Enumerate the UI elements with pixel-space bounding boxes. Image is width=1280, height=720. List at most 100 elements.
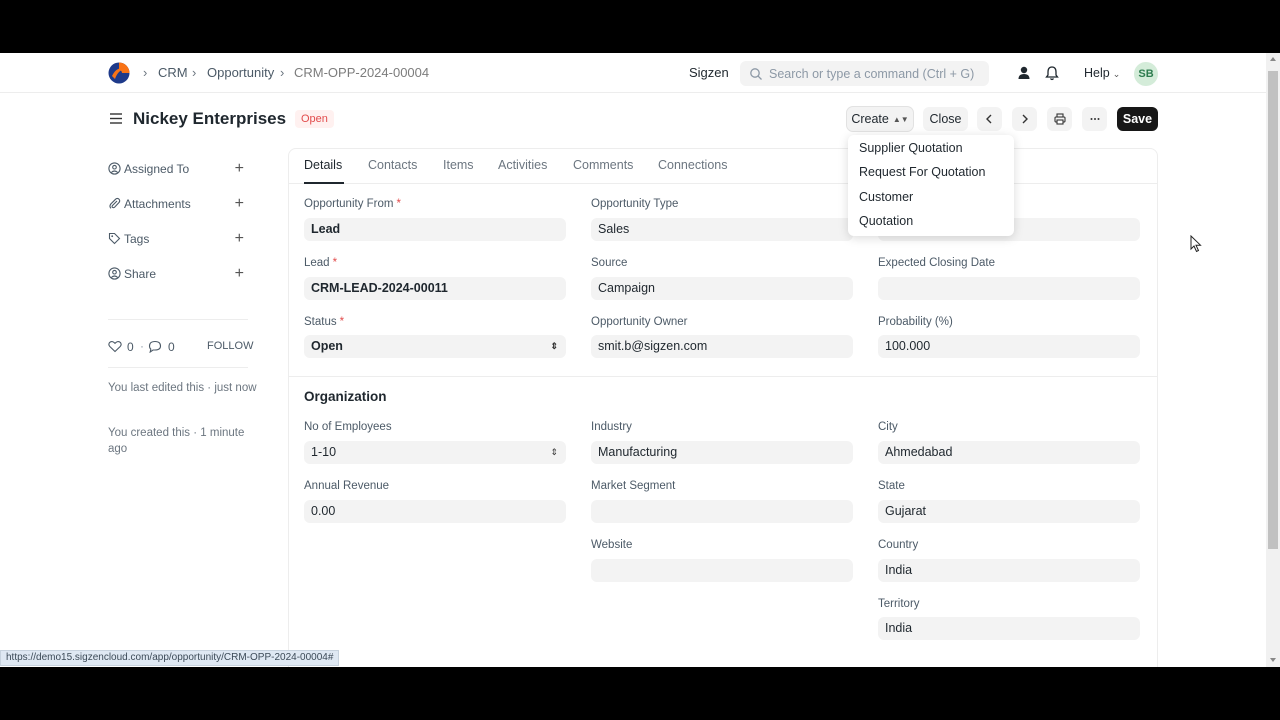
opportunity-type-field[interactable]: Sales: [591, 218, 853, 241]
territory-label: Territory: [878, 598, 920, 610]
separator-dot: ·: [140, 339, 144, 353]
market-segment-label: Market Segment: [591, 480, 676, 492]
previous-record-button[interactable]: [977, 107, 1002, 131]
opportunity-owner-field[interactable]: smit.b@sigzen.com: [591, 335, 853, 358]
chevron-left-icon: [986, 114, 992, 124]
tab-activities[interactable]: Activities: [498, 158, 547, 172]
state-field[interactable]: Gujarat: [878, 500, 1140, 523]
status-label: Status *: [304, 316, 344, 328]
chevron-right-icon: ›: [280, 65, 285, 80]
status-label-text: Status: [304, 316, 337, 328]
sidebar-item-label: Assigned To: [124, 162, 190, 176]
scroll-up-arrow-icon[interactable]: [1270, 57, 1276, 61]
menu-item-quotation[interactable]: Quotation: [859, 214, 913, 228]
tab-contacts[interactable]: Contacts: [368, 158, 417, 172]
opportunity-type-label: Opportunity Type: [591, 198, 679, 210]
search-bar[interactable]: [740, 61, 989, 86]
section-divider: [289, 376, 1157, 377]
status-select[interactable]: Open ⇕: [304, 335, 566, 358]
tab-comments[interactable]: Comments: [573, 158, 633, 172]
app-logo[interactable]: [108, 62, 130, 84]
user-icon[interactable]: [1016, 65, 1032, 81]
expected-closing-date-field[interactable]: [878, 277, 1140, 300]
opportunity-owner-label: Opportunity Owner: [591, 316, 688, 328]
menu-item-customer[interactable]: Customer: [859, 190, 913, 204]
bell-icon[interactable]: [1044, 65, 1060, 81]
breadcrumb-opportunity[interactable]: Opportunity: [207, 65, 274, 80]
city-field[interactable]: Ahmedabad: [878, 441, 1140, 464]
opportunity-from-label: Opportunity From *: [304, 198, 401, 210]
industry-label: Industry: [591, 421, 632, 433]
required-marker: *: [396, 198, 401, 210]
sidebar-item-label: Share: [124, 267, 157, 281]
add-icon[interactable]: +: [235, 195, 244, 213]
source-field[interactable]: Campaign: [591, 277, 853, 300]
tab-items[interactable]: Items: [443, 158, 474, 172]
scroll-thumb[interactable]: [1268, 71, 1278, 549]
sidebar-item-assigned-to[interactable]: Assigned To +: [108, 160, 248, 178]
expected-closing-date-label: Expected Closing Date: [878, 257, 995, 269]
help-label: Help: [1084, 66, 1110, 80]
website-field[interactable]: [591, 559, 853, 582]
search-input[interactable]: [769, 61, 984, 86]
likes-count: 0: [127, 340, 134, 354]
annual-revenue-field[interactable]: 0.00: [304, 500, 566, 523]
sidebar-item-tags[interactable]: Tags +: [108, 230, 248, 248]
select-arrows-icon: ⇕: [550, 447, 558, 457]
save-button[interactable]: Save: [1117, 107, 1158, 131]
link-status-bar: https://demo15.sigzencloud.com/app/oppor…: [0, 650, 340, 666]
company-name: Sigzen: [689, 65, 729, 80]
sidebar-toggle-icon[interactable]: [109, 112, 123, 125]
sidebar-item-share[interactable]: Share +: [108, 265, 248, 283]
chevron-down-icon: ⌄: [1112, 69, 1121, 79]
industry-field[interactable]: Manufacturing: [591, 441, 853, 464]
page-scrollbar[interactable]: [1266, 53, 1280, 667]
breadcrumb-crm[interactable]: CRM: [158, 65, 188, 80]
help-menu[interactable]: Help ⌄: [1084, 66, 1120, 80]
breadcrumb-current[interactable]: CRM-OPP-2024-00004: [294, 65, 429, 80]
lead-label-text: Lead: [304, 257, 330, 269]
scroll-down-arrow-icon[interactable]: [1270, 658, 1276, 662]
app-window: › CRM › Opportunity › CRM-OPP-2024-00004…: [0, 53, 1280, 667]
navbar: › CRM › Opportunity › CRM-OPP-2024-00004…: [0, 53, 1266, 93]
organization-section-title: Organization: [304, 389, 387, 404]
state-label: State: [878, 480, 905, 492]
menu-item-request-for-quotation[interactable]: Request For Quotation: [859, 165, 985, 179]
search-icon: [750, 68, 762, 80]
heart-icon[interactable]: [108, 340, 122, 353]
no-of-employees-select[interactable]: 1-10 ⇕: [304, 441, 566, 464]
sidebar-item-label: Tags: [124, 232, 150, 246]
menu-item-supplier-quotation[interactable]: Supplier Quotation: [859, 141, 963, 155]
tab-details[interactable]: Details: [304, 158, 342, 172]
likes-comments-row: 0 · 0 FOLLOW: [108, 339, 253, 355]
mouse-cursor-icon: [1190, 235, 1202, 253]
next-record-button[interactable]: [1012, 107, 1037, 131]
no-of-employees-label: No of Employees: [304, 421, 392, 433]
sidebar-divider: [108, 319, 248, 320]
required-marker: *: [339, 316, 345, 328]
sidebar-item-attachments[interactable]: Attachments +: [108, 195, 248, 213]
opportunity-from-label-text: Opportunity From: [304, 198, 394, 210]
add-icon[interactable]: +: [235, 160, 244, 178]
follow-button[interactable]: FOLLOW: [207, 340, 253, 352]
status-value: Open: [311, 339, 343, 353]
probability-field[interactable]: 100.000: [878, 335, 1140, 358]
market-segment-field[interactable]: [591, 500, 853, 523]
ellipsis-icon: [1090, 118, 1100, 120]
more-actions-button[interactable]: [1082, 107, 1107, 131]
territory-field[interactable]: India: [878, 617, 1140, 640]
avatar[interactable]: SB: [1134, 62, 1158, 86]
comment-icon[interactable]: [148, 340, 162, 353]
tab-connections[interactable]: Connections: [658, 158, 728, 172]
close-button[interactable]: Close: [923, 107, 968, 131]
add-icon[interactable]: +: [235, 230, 244, 248]
create-button[interactable]: Create ▲▼: [847, 107, 913, 131]
country-field[interactable]: India: [878, 559, 1140, 582]
paperclip-icon: [109, 197, 121, 209]
share-icon: [108, 267, 121, 280]
opportunity-from-field[interactable]: Lead: [304, 218, 566, 241]
create-dropdown-menu: Supplier Quotation Request For Quotation…: [848, 135, 1014, 236]
print-button[interactable]: [1047, 107, 1072, 131]
lead-field[interactable]: CRM-LEAD-2024-00011: [304, 277, 566, 300]
add-icon[interactable]: +: [235, 265, 244, 283]
